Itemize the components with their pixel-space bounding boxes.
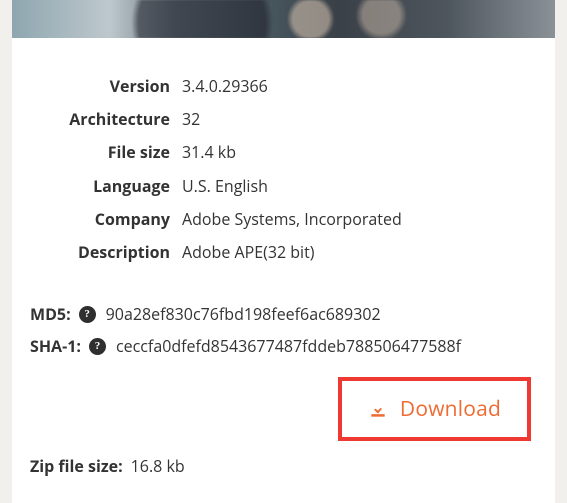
label-description: Description [36,236,176,269]
hash-row-md5: MD5: ? 90a28ef830c76fbd198feef6ac689302 [30,303,531,325]
label-company: Company [36,203,176,236]
help-icon[interactable]: ? [89,338,106,355]
value-description: Adobe APE(32 bit) [176,236,531,269]
value-file-size: 31.4 kb [176,136,531,169]
detail-row-description: Description Adobe APE(32 bit) [36,236,531,269]
value-zip-size: 16.8 kb [131,455,185,477]
zip-row: Zip file size: 16.8 kb [12,449,555,477]
hash-row-sha1: SHA-1: ? ceccfa0dfefd8543677487fddeb7885… [30,335,531,357]
value-language: U.S. English [176,170,531,203]
detail-row-version: Version 3.4.0.29366 [36,70,531,103]
download-area: Download [12,367,555,449]
label-architecture: Architecture [36,103,176,136]
hero-image [12,0,555,38]
label-file-size: File size [36,136,176,169]
details-table: Version 3.4.0.29366 Architecture 32 File… [36,70,531,269]
detail-row-company: Company Adobe Systems, Incorporated [36,203,531,236]
label-md5: MD5: [30,303,71,325]
value-company: Adobe Systems, Incorporated [176,203,531,236]
help-icon[interactable]: ? [79,306,96,323]
label-zip-size: Zip file size: [30,455,123,477]
detail-row-architecture: Architecture 32 [36,103,531,136]
value-architecture: 32 [176,103,531,136]
label-version: Version [36,70,176,103]
details-section: Version 3.4.0.29366 Architecture 32 File… [12,38,555,279]
hash-section: MD5: ? 90a28ef830c76fbd198feef6ac689302 … [12,279,555,357]
detail-row-language: Language U.S. English [36,170,531,203]
value-md5: 90a28ef830c76fbd198feef6ac689302 [106,303,381,325]
value-version: 3.4.0.29366 [176,70,531,103]
download-icon [368,399,388,419]
detail-row-file-size: File size 31.4 kb [36,136,531,169]
label-sha1: SHA-1: [30,335,81,357]
download-button[interactable]: Download [338,377,531,441]
value-sha1: ceccfa0dfefd8543677487fddeb788506477588f [116,335,461,357]
file-details-card: Version 3.4.0.29366 Architecture 32 File… [12,0,555,503]
label-language: Language [36,170,176,203]
download-button-label: Download [400,395,501,423]
